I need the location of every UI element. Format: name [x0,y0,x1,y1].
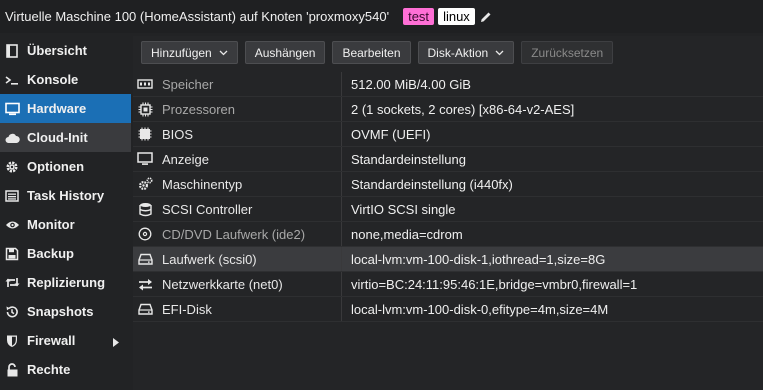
add-button-label: Hinzufügen [151,45,212,60]
table-row[interactable]: Speicher 512.00 MiB/4.00 GiB [133,72,763,97]
row-value: VirtIO SCSI single [351,201,456,217]
edit-button[interactable]: Bearbeiten [332,41,411,64]
tag-test[interactable]: test [403,8,435,25]
sidebar-item-label: Optionen [27,159,85,174]
table-row[interactable]: CD/DVD Laufwerk (ide2) none,media=cdrom [133,222,763,247]
gear-icon [4,159,20,175]
sidebar-item-monitor[interactable]: Monitor [0,210,131,239]
sidebar-item-uebersicht[interactable]: Übersicht [0,36,131,65]
chip-icon [137,126,153,142]
detach-button[interactable]: Aushängen [244,41,326,64]
table-row[interactable]: EFI-Disk local-lvm:vm-100-disk-0,efitype… [133,297,763,322]
sidebar-item-hardware[interactable]: Hardware [0,94,131,123]
sidebar-item-backup[interactable]: Backup [0,239,131,268]
table-row[interactable]: SCSI Controller VirtIO SCSI single [133,197,763,222]
row-name: BIOS [162,126,194,142]
cogs-icon [137,176,153,192]
edit-button-label: Bearbeiten [342,45,401,60]
sidebar-item-snapshots[interactable]: Snapshots [0,297,131,326]
disk-action-button-label: Disk-Aktion [427,45,489,60]
hdd-icon [137,251,153,267]
hdd-icon [137,301,153,317]
desktop-icon [137,151,153,167]
table-row[interactable]: BIOS OVMF (UEFI) [133,122,763,147]
floppy-icon [4,246,20,262]
table-row[interactable]: Anzeige Standardeinstellung [133,147,763,172]
table-row[interactable]: Netzwerkkarte (net0) virtio=BC:24:11:95:… [133,272,763,297]
add-button[interactable]: Hinzufügen [141,41,238,64]
row-name: SCSI Controller [162,201,253,217]
disk-action-button[interactable]: Disk-Aktion [417,41,515,64]
pencil-icon[interactable] [480,11,492,23]
terminal-icon [4,72,20,88]
row-name: Laufwerk (scsi0) [162,251,257,267]
chevron-down-icon [495,50,504,55]
toolbar: Hinzufügen Aushängen Bearbeiten Disk-Akt… [133,36,763,69]
hardware-panel: Hinzufügen Aushängen Bearbeiten Disk-Akt… [133,36,763,390]
sidebar-item-konsole[interactable]: Konsole [0,65,131,94]
table-row-selected[interactable]: Laufwerk (scsi0) local-lvm:vm-100-disk-1… [133,247,763,272]
row-value: Standardeinstellung (i440fx) [351,176,513,192]
row-value: none,media=cdrom [351,226,463,242]
sidebar-item-cloud-init[interactable]: Cloud-Init [0,123,131,152]
title-bar: Virtuelle Maschine 100 (HomeAssistant) a… [0,0,763,33]
history-icon [4,304,20,320]
row-value: Standardeinstellung [351,151,466,167]
sidebar-item-replizierung[interactable]: Replizierung [0,268,131,297]
cpu-icon [137,101,153,117]
row-name: Maschinentyp [162,176,243,192]
eye-icon [4,217,20,233]
sidebar-item-label: Backup [27,246,74,261]
sidebar-item-label: Übersicht [27,43,87,58]
cdrom-icon [137,226,153,242]
sidebar-item-label: Konsole [27,72,79,87]
table-row[interactable]: Prozessoren 2 (1 sockets, 2 cores) [x86-… [133,97,763,122]
table-row[interactable]: Maschinentyp Standardeinstellung (i440fx… [133,172,763,197]
sidebar-item-task-history[interactable]: Task History [0,181,131,210]
sidebar-item-firewall[interactable]: Firewall [0,326,131,355]
sidebar: Übersicht Konsole Hardware Cloud-Init Op… [0,36,131,390]
sidebar-item-label: Replizierung [27,275,106,290]
chevron-down-icon [219,50,228,55]
book-icon [4,43,20,59]
sidebar-item-label: Hardware [27,101,87,116]
row-value: OVMF (UEFI) [351,126,431,142]
reset-button[interactable]: Zurücksetzen [521,41,614,64]
row-name: Speicher [162,76,214,92]
exchange-icon [137,276,153,292]
sidebar-item-label: Firewall [27,333,76,348]
hardware-grid: Speicher 512.00 MiB/4.00 GiB Prozessoren… [133,72,763,322]
list-icon [4,188,20,204]
detach-button-label: Aushängen [254,45,316,60]
expand-arrow-icon[interactable] [113,335,119,350]
reset-button-label: Zurücksetzen [531,45,604,60]
tag-linux[interactable]: linux [438,8,475,25]
row-name: CD/DVD Laufwerk (ide2) [162,226,306,242]
sidebar-item-label: Monitor [27,217,75,232]
sidebar-item-label: Task History [27,188,105,203]
cloud-icon [4,130,20,146]
page-title: Virtuelle Maschine 100 (HomeAssistant) a… [5,9,390,24]
sidebar-item-optionen[interactable]: Optionen [0,152,131,181]
row-value: 2 (1 sockets, 2 cores) [x86-64-v2-AES] [351,101,575,117]
row-value: local-lvm:vm-100-disk-1,iothread=1,size=… [351,251,606,267]
row-name: EFI-Disk [162,301,212,317]
sidebar-item-label: Snapshots [27,304,94,319]
memory-icon [137,76,153,92]
row-name: Netzwerkkarte (net0) [162,276,283,292]
sidebar-item-label: Cloud-Init [27,130,88,145]
row-value: virtio=BC:24:11:95:46:1E,bridge=vmbr0,fi… [351,276,638,292]
shield-icon [4,333,20,349]
monitor-icon [4,101,20,117]
row-value: 512.00 MiB/4.00 GiB [351,76,471,92]
sidebar-item-label: Rechte [27,362,71,377]
row-name: Prozessoren [162,101,235,117]
row-name: Anzeige [162,151,209,167]
row-value: local-lvm:vm-100-disk-0,efitype=4m,size=… [351,301,609,317]
database-icon [137,201,153,217]
unlock-icon [4,362,20,378]
sidebar-item-rechte[interactable]: Rechte [0,355,131,384]
retweet-icon [4,275,20,291]
